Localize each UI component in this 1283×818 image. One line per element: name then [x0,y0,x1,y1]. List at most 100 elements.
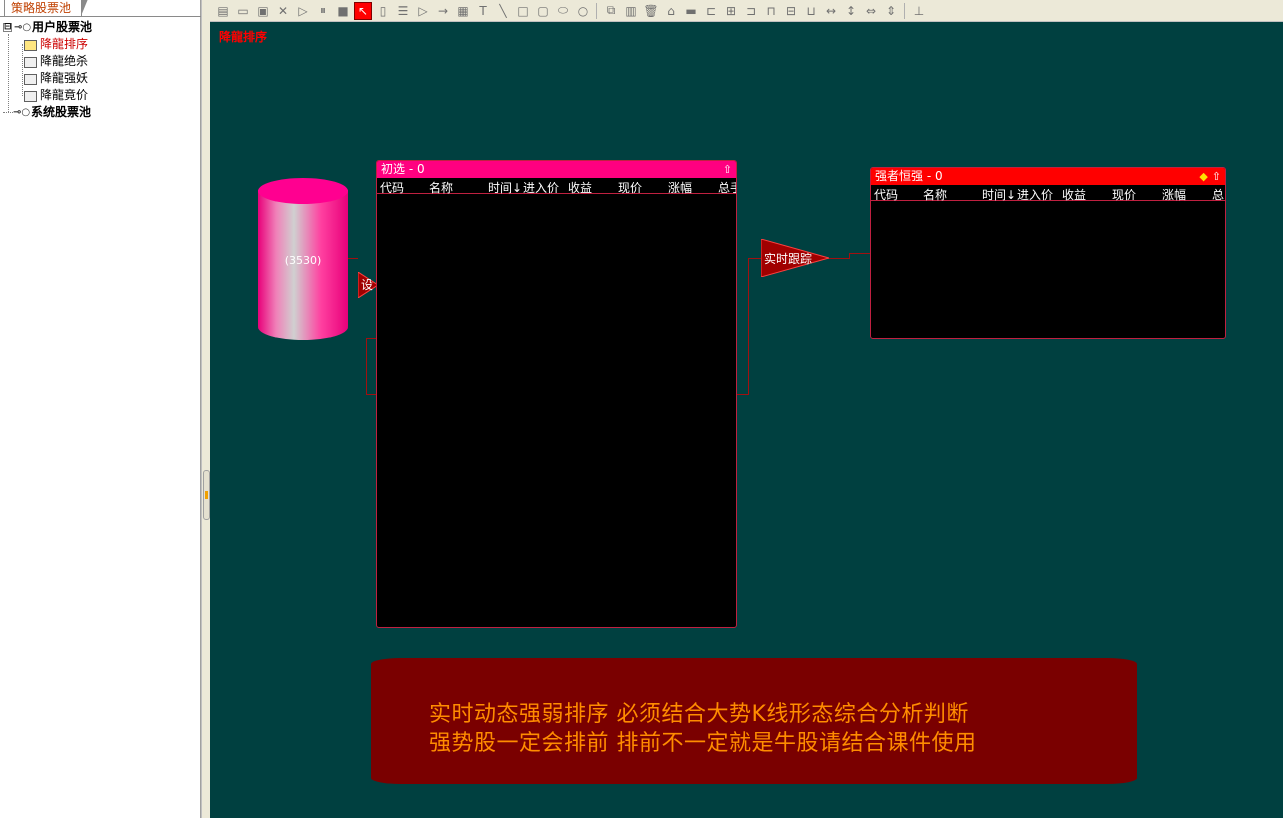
same-width-icon[interactable]: ↔ [822,2,840,20]
column-header[interactable]: 总手 [718,179,736,196]
column-header[interactable]: 时间↓ [982,186,1016,203]
collapse-up-icon[interactable]: ⇧ [723,161,732,178]
splitter-grip-icon[interactable] [203,470,210,520]
column-header[interactable]: 代码 [874,186,898,203]
tree-item-label: 降龍强妖 [40,71,89,85]
format-brush-icon[interactable]: ⌂ [662,2,680,20]
tree-guide-line [8,34,9,112]
tree-connector [3,112,13,113]
tree-item-label: 降龍排序 [40,37,89,51]
text-icon[interactable]: T [474,2,492,20]
filter-node-label: 设 [361,278,374,292]
ellipse-icon[interactable]: ⬭ [554,2,572,20]
banner-text-line-2: 强势股一定会排前 排前不一定就是牛股请结合课件使用 [429,731,977,756]
panel-strong-stocks[interactable]: 强者恒强 - 0 ◆ ⇧ 代码 名称 时间↓ 进入价 收益 现价 涨幅 总 [870,167,1226,339]
document-icon [22,73,38,85]
design-canvas[interactable]: 降龍排序 (3530) 设 实时跟踪 初选 - 0 ⇧ 代码 名称 时间↓ 进入… [210,22,1283,818]
panel-splitter[interactable] [201,0,210,818]
new-icon[interactable]: ▤ [214,2,232,20]
panel-title: 初选 - 0 [381,162,425,176]
folder-open-icon [22,39,38,51]
tree-node-label: 系统股票池 [31,105,92,119]
tree-item-jianglong-sort[interactable]: 降龍排序 [22,36,88,52]
arrow-icon[interactable]: → [434,2,452,20]
column-header[interactable]: 时间↓ [488,179,522,196]
stock-source-cylinder[interactable]: (3530) [258,178,348,340]
collapse-icon[interactable]: ⊟ [3,23,12,32]
tree-item-jianglong-strong[interactable]: 降龍强妖 [22,70,88,86]
play-icon[interactable]: ▷ [294,2,312,20]
align-middle-icon[interactable]: ⊟ [782,2,800,20]
layout-icon[interactable]: ⊥ [910,2,928,20]
track-node-label: 实时跟踪 [764,252,813,266]
panel-header[interactable]: 强者恒强 - 0 ◆ ⇧ [871,168,1225,185]
column-header[interactable]: 名称 [429,179,453,196]
pause-icon[interactable]: ⏸ [314,2,332,20]
rounded-rect-icon[interactable]: ▢ [534,2,552,20]
column-header[interactable]: 收益 [568,179,592,196]
cylinder-top [258,178,348,204]
column-header[interactable]: 涨幅 [1162,186,1186,203]
node-icon[interactable]: ▯ [374,2,392,20]
rectangle-icon[interactable]: □ [514,2,532,20]
save-icon[interactable]: ▣ [254,2,272,20]
align-right-icon[interactable]: ⊐ [742,2,760,20]
connector-line [366,338,367,394]
trash-icon[interactable]: 🗑 [642,2,660,20]
table-header: 代码 名称 时间↓ 进入价 收益 现价 涨幅 总手 [377,178,736,196]
pointer-icon[interactable]: ↖ [354,1,372,20]
column-header[interactable]: 进入价 [1017,186,1053,203]
line-icon[interactable]: ╲ [494,2,512,20]
circle-icon[interactable]: ○ [574,2,592,20]
align-bottom-icon[interactable]: ⊔ [802,2,820,20]
banner-text-line-1: 实时动态强弱排序 必须结合大势K线形态综合分析判断 [429,702,969,727]
distribute-v-icon[interactable]: ⇕ [882,2,900,20]
bar-icon[interactable]: ▬ [682,2,700,20]
align-center-icon[interactable]: ⊞ [722,2,740,20]
tree-node-system-pool[interactable]: ⊸○系统股票池 [3,104,91,120]
triangle-icon[interactable]: ▷ [414,2,432,20]
collapse-up-icon[interactable]: ⇧ [1212,170,1221,183]
column-header[interactable]: 总 [1212,186,1224,203]
column-header[interactable]: 名称 [923,186,947,203]
list-icon[interactable]: ☰ [394,2,412,20]
document-icon [22,90,38,102]
delete-icon[interactable]: ✕ [274,2,292,20]
tab-strategy-pool[interactable]: 策略股票池 [4,0,89,17]
panel-title: 强者恒强 - 0 [875,169,943,183]
tree-node-label: 用户股票池 [32,20,93,34]
tree-item-jianglong-auction[interactable]: 降龍竟价 [22,87,88,103]
open-folder-icon[interactable]: ▭ [234,2,252,20]
copy-icon[interactable]: ⧉ [602,2,620,20]
diamond-icon[interactable]: ◆ [1199,170,1207,183]
strategy-pool-panel: 策略股票池 ⊟ ⊸○用户股票池 降龍排序 降龍绝杀 降龍强妖 降龍竟价 ⊸○系统股… [0,0,201,818]
tree-item-label: 降龍绝杀 [40,54,89,68]
connector-line [827,258,849,259]
panel-header[interactable]: 初选 - 0 ⇧ [377,161,736,178]
column-header[interactable]: 涨幅 [668,179,692,196]
connector-line [348,258,358,259]
column-header[interactable]: 进入价 [523,179,559,196]
column-header[interactable]: 现价 [618,179,642,196]
panel-initial-selection[interactable]: 初选 - 0 ⇧ 代码 名称 时间↓ 进入价 收益 现价 涨幅 总手 [376,160,737,628]
column-header[interactable]: 代码 [380,179,404,196]
stop-icon[interactable]: ■ [334,2,352,20]
grid-icon[interactable]: ▦ [454,2,472,20]
distribute-h-icon[interactable]: ⇔ [862,2,880,20]
column-header[interactable]: 现价 [1112,186,1136,203]
tree-item-jianglong-kill[interactable]: 降龍绝杀 [22,53,88,69]
toolbar-separator [596,2,600,19]
key-icon: ⊸○ [14,21,32,33]
connector-line [736,394,748,395]
tree-item-label: 降龍竟价 [40,88,89,102]
same-height-icon[interactable]: ↕ [842,2,860,20]
connector-line [748,258,749,395]
note-banner[interactable]: 实时动态强弱排序 必须结合大势K线形态综合分析判断 强势股一定会排前 排前不一定… [371,658,1137,784]
column-header[interactable]: 收益 [1062,186,1086,203]
paste-icon[interactable]: ▥ [622,2,640,20]
tree-node-user-pool[interactable]: ⊟ ⊸○用户股票池 [3,19,92,35]
align-left-icon[interactable]: ⊏ [702,2,720,20]
source-count: (3530) [284,254,322,267]
document-icon [22,56,38,68]
align-top-icon[interactable]: ⊓ [762,2,780,20]
